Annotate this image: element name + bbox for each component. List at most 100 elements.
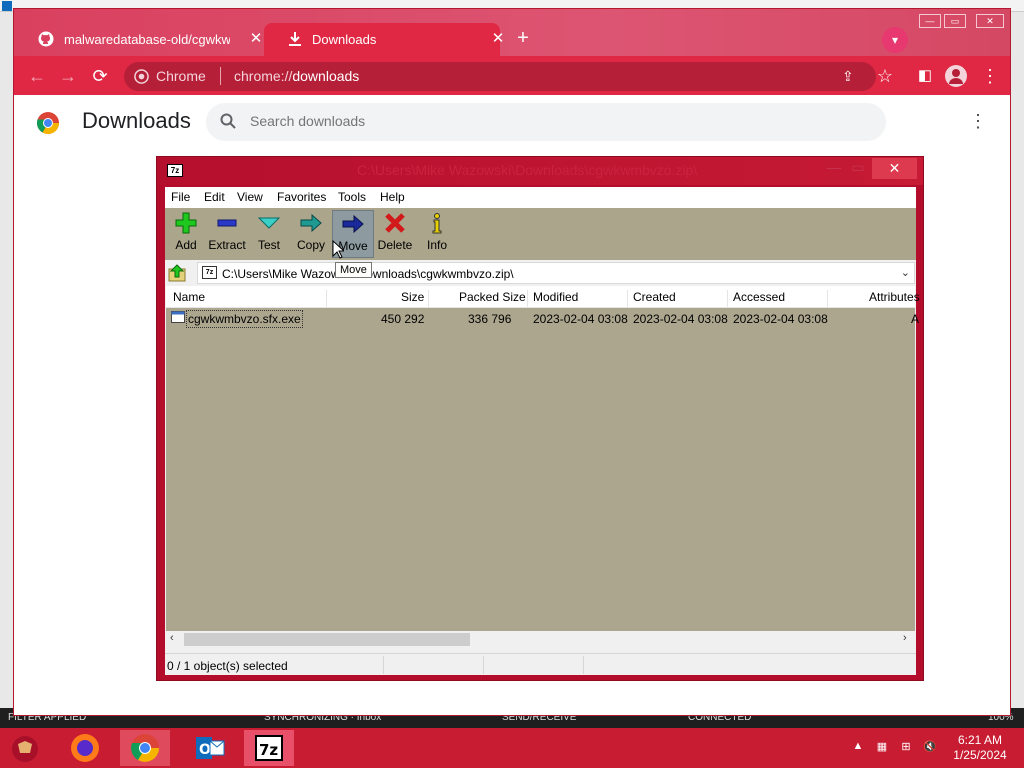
file-list[interactable]: Name Size Packed Size Modified Created A… (166, 286, 920, 631)
col-name[interactable]: Name (173, 290, 205, 304)
status-divider (383, 656, 384, 674)
tray-volume-icon[interactable]: 🔇 (922, 740, 938, 756)
chrome-logo-icon (36, 111, 60, 135)
sevenzip-title: C:\Users\Mike Wazowski\Downloads\cgwkwmb… (357, 162, 698, 178)
col-packed-size[interactable]: Packed Size (459, 290, 526, 304)
clock-time: 6:21 AM (957, 733, 1003, 747)
info-button[interactable]: Info (416, 210, 458, 258)
side-panel-icon[interactable]: ◧ (914, 66, 936, 86)
profile-avatar[interactable] (945, 65, 967, 87)
tab-downloads[interactable]: Downloads ✕ (264, 23, 504, 56)
url-path: downloads (292, 68, 360, 84)
chevron-down-icon[interactable]: ⌄ (901, 266, 910, 279)
back-arrow-icon[interactable]: ← (26, 66, 48, 86)
forward-arrow-icon[interactable]: → (57, 66, 79, 86)
sevenzip-client-area: File Edit View Favorites Tools Help Add … (165, 187, 920, 675)
share-icon[interactable]: ⇪ (842, 68, 854, 85)
col-size[interactable]: Size (401, 290, 424, 304)
tab-github[interactable]: malwaredatabase-old/cgwkwmb ✕ (20, 23, 264, 56)
tab-close-icon[interactable]: ✕ (246, 29, 266, 49)
column-divider[interactable] (428, 290, 429, 308)
bookmark-star-icon[interactable]: ☆ (874, 66, 896, 86)
col-created[interactable]: Created (633, 290, 676, 304)
toolbar: Add Extract Test Copy Move Delete Info (165, 208, 916, 260)
search-input[interactable] (250, 113, 750, 129)
add-icon (165, 212, 207, 238)
folder-up-button[interactable] (167, 263, 189, 283)
address-bar[interactable]: Chrome chrome://downloads ⇪ (124, 62, 876, 91)
scrollbar-thumb[interactable] (184, 633, 470, 646)
menu-kebab-icon[interactable]: ⋮ (979, 66, 1001, 86)
taskbar-chrome[interactable] (120, 730, 170, 766)
file-packed-size: 336 796 (468, 312, 512, 326)
col-accessed[interactable]: Accessed (733, 290, 785, 304)
info-label: Info (426, 238, 447, 252)
file-size: 450 292 (381, 312, 425, 326)
menu-tools[interactable]: Tools (338, 190, 366, 204)
file-created: 2023-02-04 03:08 (633, 312, 728, 326)
file-modified: 2023-02-04 03:08 (533, 312, 628, 326)
menu-view[interactable]: View (237, 190, 263, 204)
outlook-icon (2, 1, 12, 11)
start-button[interactable] (0, 730, 50, 766)
selection-status: 0 / 1 object(s) selected (167, 659, 288, 673)
taskbar-7zip[interactable]: 7z (244, 730, 294, 766)
menu-favorites[interactable]: Favorites (277, 190, 326, 204)
taskbar-firefox[interactable] (60, 730, 110, 766)
col-modified[interactable]: Modified (533, 290, 578, 304)
move-tooltip: Move (335, 262, 372, 278)
omnibox-site-label: Chrome (156, 68, 206, 84)
maximize-button[interactable]: ▭ (944, 14, 966, 28)
column-divider[interactable] (627, 290, 628, 308)
svg-text:O: O (199, 742, 211, 758)
tab-close-icon[interactable]: ✕ (488, 29, 508, 49)
omnibox-separator (220, 67, 221, 85)
test-button[interactable]: Test (248, 210, 290, 258)
menu-help[interactable]: Help (380, 190, 405, 204)
page-menu-icon[interactable]: ⋮ (969, 112, 987, 133)
minimize-button[interactable]: — (821, 159, 847, 179)
minimize-button[interactable]: — (919, 14, 941, 28)
delete-button[interactable]: Delete (374, 210, 416, 258)
tray-chevron-icon[interactable]: ▲ (850, 740, 866, 756)
omnibox-url: chrome://downloads (234, 68, 359, 84)
extract-button[interactable]: Extract (206, 210, 248, 258)
copy-button[interactable]: Copy (290, 210, 332, 258)
column-divider[interactable] (827, 290, 828, 308)
menu-file[interactable]: File (171, 190, 190, 204)
horizontal-scrollbar[interactable]: ‹ › (166, 631, 915, 648)
add-button[interactable]: Add (165, 210, 207, 258)
path-combobox[interactable]: 7z C:\Users\Mike Wazowski\Downloads\cgwk… (197, 262, 915, 284)
sevenzip-title-bar[interactable]: 7z C:\Users\Mike Wazowski\Downloads\cgwk… (157, 157, 923, 185)
archive-icon: 7z (202, 266, 217, 279)
reload-icon[interactable]: ⟳ (89, 66, 111, 86)
sevenzip-icon: 7z (244, 730, 294, 766)
tray-device-icon[interactable]: ⊞ (898, 740, 914, 756)
taskbar: O 7z ▲ ▦ ⊞ 🔇 6:21 AM 1/25/2024 (0, 728, 1024, 768)
tab-strip: malwaredatabase-old/cgwkwmb ✕ Downloads … (14, 9, 1010, 56)
extract-label: Extract (208, 238, 246, 252)
address-row: 7z C:\Users\Mike Wazowski\Downloads\cgwk… (165, 260, 916, 286)
column-divider[interactable] (727, 290, 728, 308)
close-button[interactable]: ✕ (976, 14, 1004, 28)
delete-label: Delete (377, 238, 413, 252)
downloads-search[interactable] (206, 103, 886, 141)
tray-network-icon[interactable]: ▦ (874, 740, 890, 756)
column-divider[interactable] (326, 290, 327, 308)
clock[interactable]: 6:21 AM 1/25/2024 (940, 733, 1020, 763)
scroll-left-icon[interactable]: ‹ (170, 632, 174, 644)
col-attributes[interactable]: Attributes (869, 290, 920, 304)
scroll-right-icon[interactable]: › (903, 632, 907, 644)
maximize-button[interactable]: ▭ (845, 159, 871, 179)
taskbar-outlook[interactable]: O (184, 730, 234, 766)
table-row[interactable]: cgwkwmbvzo.sfx.exe 450 292 336 796 2023-… (166, 308, 919, 328)
mouse-cursor-icon (332, 240, 344, 259)
test-icon (248, 212, 290, 238)
clock-date: 1/25/2024 (953, 748, 1007, 762)
close-button[interactable]: ✕ (872, 158, 917, 179)
column-divider[interactable] (527, 290, 528, 308)
new-tab-button[interactable]: + (512, 28, 534, 50)
tab-search-button[interactable]: ▾ (882, 27, 908, 53)
menu-edit[interactable]: Edit (204, 190, 225, 204)
page-title: Downloads (82, 108, 191, 133)
